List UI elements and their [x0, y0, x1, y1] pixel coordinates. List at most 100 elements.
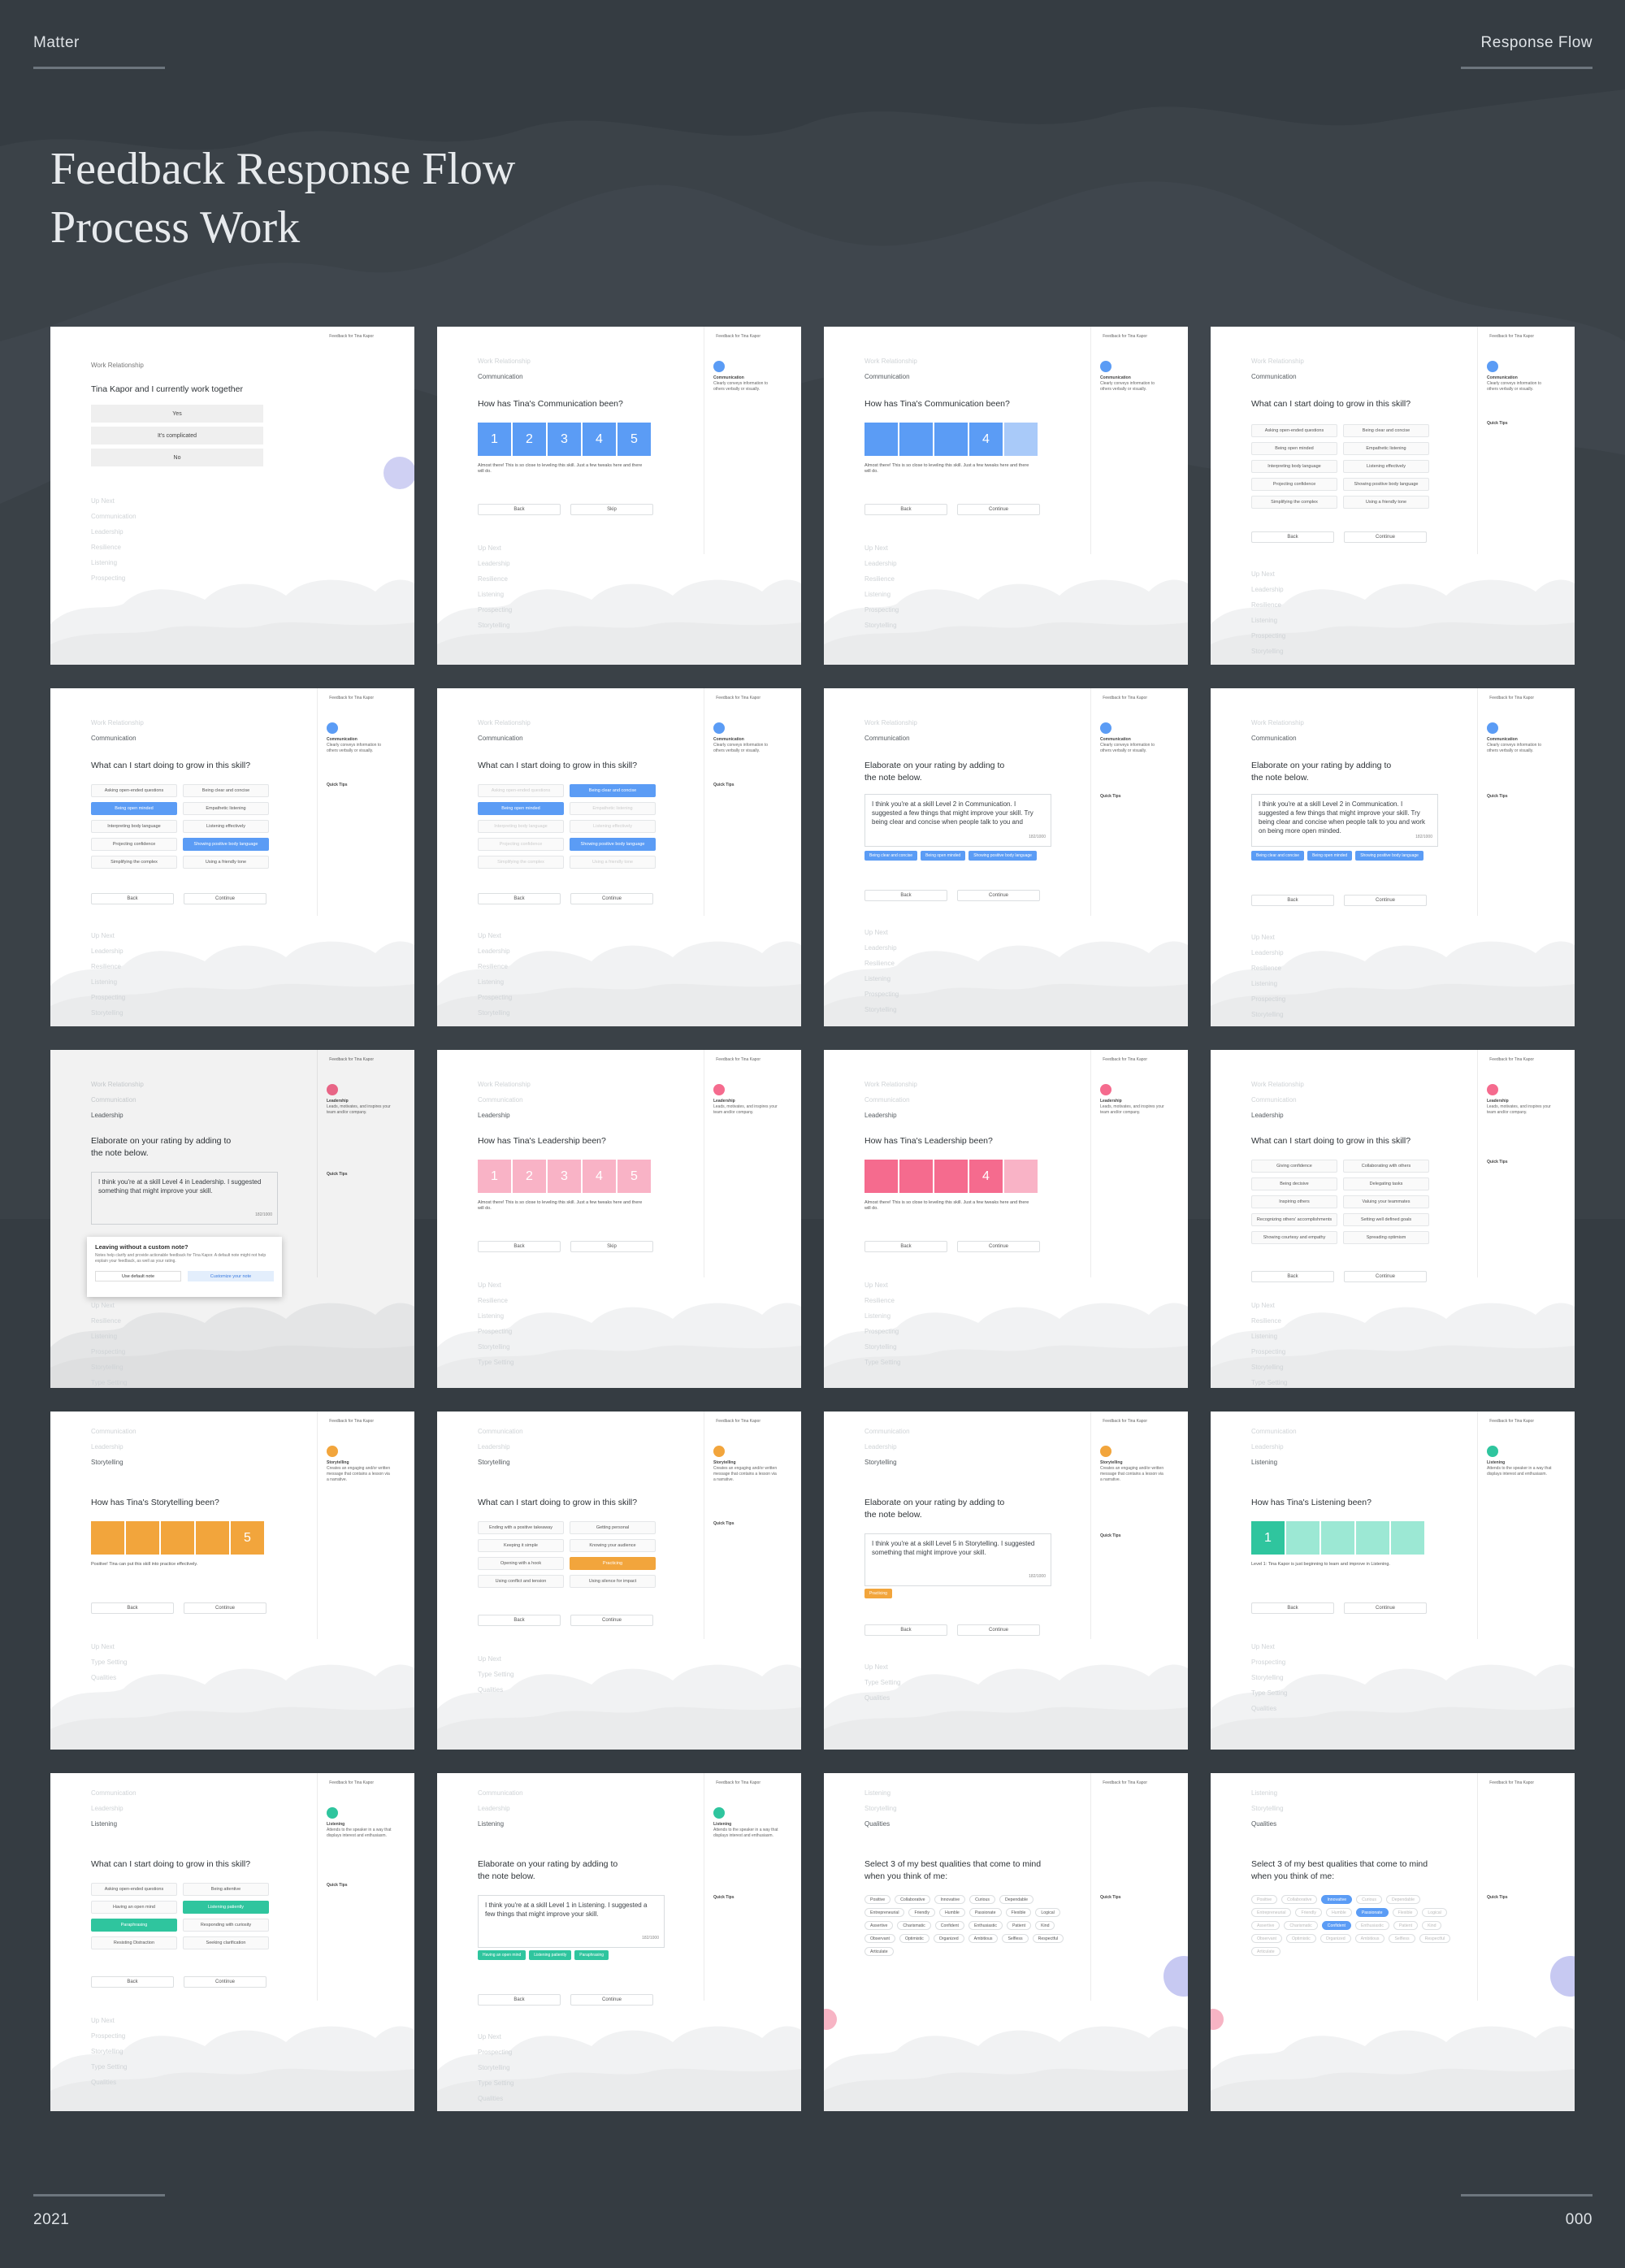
use-default-note-button[interactable]: Use default note — [95, 1271, 181, 1281]
quality-chip[interactable]: Entrepreneurial — [1251, 1908, 1292, 1917]
suggestion-chip[interactable]: Listening effectively — [570, 820, 656, 833]
continue-button[interactable]: Continue — [957, 1624, 1040, 1636]
suggestion-chip[interactable]: Empathetic listening — [1343, 442, 1429, 455]
continue-button[interactable]: Continue — [184, 1976, 266, 1988]
suggestion-chip[interactable]: Projecting confidence — [478, 838, 564, 851]
quality-chip[interactable]: Observant — [864, 1934, 895, 1943]
back-button[interactable]: Back — [478, 504, 561, 515]
back-button[interactable]: Back — [91, 893, 174, 904]
suggestion-chip[interactable]: Using a friendly tone — [183, 856, 269, 869]
quality-chip[interactable]: Ambitious — [1354, 1934, 1385, 1943]
rating-option[interactable] — [899, 1160, 933, 1193]
suggestion-chip[interactable]: Simplifying the complex — [91, 856, 177, 869]
quality-chip[interactable]: Dependable — [999, 1895, 1034, 1904]
quality-chip[interactable]: Passionate — [968, 1908, 1002, 1917]
suggestion-chip[interactable]: Giving confidence — [1251, 1160, 1337, 1173]
quality-chip[interactable]: Respectful — [1419, 1934, 1451, 1943]
quality-chip[interactable]: Enthusiastic — [1354, 1921, 1389, 1930]
continue-button[interactable]: Continue — [957, 1241, 1040, 1252]
work-options[interactable]: Yes It's complicated No — [91, 405, 263, 466]
quality-chip[interactable]: Logical — [1035, 1908, 1060, 1917]
suggestion-chip[interactable]: Inspiring others — [1251, 1195, 1337, 1208]
quality-chip[interactable]: Charismatic — [897, 1921, 931, 1930]
suggestion-chip[interactable]: Showing courtesy and empathy — [1251, 1231, 1337, 1244]
quality-chip[interactable]: Collaborative — [895, 1895, 931, 1904]
rating-option[interactable]: 5 — [618, 1160, 651, 1193]
suggestion-chip[interactable]: Being attentive — [183, 1883, 269, 1896]
quality-chip[interactable]: Patient — [1393, 1921, 1419, 1930]
suggestion-chips[interactable]: Asking open-ended questions Being attenti… — [91, 1883, 269, 1949]
rating-scale[interactable]: 12345 — [478, 1160, 651, 1193]
suggestion-chip[interactable]: Listening effectively — [183, 820, 269, 833]
rating-option[interactable] — [934, 423, 968, 456]
quality-chip[interactable]: Charismatic — [1284, 1921, 1318, 1930]
rating-option[interactable] — [91, 1521, 124, 1555]
suggestion-chip[interactable]: Delegating tasks — [1343, 1177, 1429, 1190]
quality-chip[interactable]: Optimistic — [1285, 1934, 1316, 1943]
selected-tag[interactable]: Being clear and concise — [864, 851, 918, 861]
selected-tag[interactable]: Showing positive body language — [968, 851, 1037, 861]
back-button[interactable]: Back — [1251, 1271, 1334, 1282]
suggestion-chip[interactable]: Recognizing others' accomplishments — [1251, 1213, 1337, 1226]
suggestion-chip[interactable]: Asking open-ended questions — [91, 1883, 177, 1896]
suggestion-chip[interactable]: Asking open-ended questions — [1251, 424, 1337, 437]
rating-option[interactable]: 5 — [231, 1521, 264, 1555]
rating-option[interactable] — [1356, 1521, 1389, 1555]
quality-chip[interactable]: Confident — [934, 1921, 964, 1930]
quality-chip[interactable]: Dependable — [1386, 1895, 1420, 1904]
continue-button[interactable]: Continue — [1344, 531, 1427, 543]
quality-chip[interactable]: Selfless — [1002, 1934, 1029, 1943]
rating-option[interactable] — [1286, 1521, 1320, 1555]
quality-chip[interactable]: Passionate — [1355, 1908, 1389, 1917]
suggestion-chip[interactable]: Practicing — [570, 1557, 656, 1570]
rating-option[interactable]: 4 — [969, 423, 1003, 456]
suggestion-chips[interactable]: Ending with a positive takeaway Getting p… — [478, 1521, 656, 1588]
back-button[interactable]: Back — [478, 1994, 561, 2006]
selected-tag[interactable]: Showing positive body language — [1355, 851, 1424, 861]
quality-chip[interactable]: Positive — [1251, 1895, 1278, 1904]
suggestion-chip[interactable]: Projecting confidence — [1251, 478, 1337, 491]
rating-option[interactable]: 3 — [548, 423, 581, 456]
selected-tag[interactable]: Having an open mind — [478, 1950, 526, 1960]
suggestion-chip[interactable]: Getting personal — [570, 1521, 656, 1534]
work-option-button[interactable]: It's complicated — [91, 427, 263, 444]
back-button[interactable]: Back — [1251, 1602, 1334, 1614]
suggestion-chip[interactable]: Being open minded — [91, 802, 177, 815]
continue-button[interactable]: Continue — [570, 1994, 653, 2006]
suggestion-chip[interactable]: Valuing your teammates — [1343, 1195, 1429, 1208]
suggestion-chip[interactable]: Showing positive body language — [1343, 478, 1429, 491]
suggestion-chip[interactable]: Being clear and concise — [183, 784, 269, 797]
quality-chip[interactable]: Assertive — [1251, 1921, 1280, 1930]
quality-chip[interactable]: Assertive — [864, 1921, 894, 1930]
rating-scale[interactable]: 1 — [1251, 1521, 1424, 1555]
rating-scale[interactable]: 4 — [864, 423, 1038, 456]
suggestion-chip[interactable]: Showing positive body language — [570, 838, 656, 851]
back-button[interactable]: Back — [864, 890, 947, 901]
suggestion-chip[interactable]: Being clear and concise — [570, 784, 656, 797]
quality-chip[interactable]: Logical — [1422, 1908, 1447, 1917]
quality-chip[interactable]: Optimistic — [899, 1934, 930, 1943]
back-button[interactable]: Back — [91, 1602, 174, 1614]
suggestion-chip[interactable]: Setting well defined goals — [1343, 1213, 1429, 1226]
rating-option[interactable] — [934, 1160, 968, 1193]
rating-option[interactable] — [899, 423, 933, 456]
suggestion-chip[interactable]: Using a friendly tone — [570, 856, 656, 869]
continue-button[interactable]: Continue — [1344, 1602, 1427, 1614]
suggestion-chip[interactable]: Interpreting body language — [478, 820, 564, 833]
suggestion-chip[interactable]: Interpreting body language — [91, 820, 177, 833]
rating-option[interactable]: 5 — [618, 423, 651, 456]
quality-chip[interactable]: Respectful — [1032, 1934, 1064, 1943]
rating-option[interactable] — [126, 1521, 159, 1555]
quality-chip[interactable]: Collaborative — [1281, 1895, 1318, 1904]
quality-chip[interactable]: Articulate — [864, 1947, 894, 1956]
rating-option[interactable] — [196, 1521, 229, 1555]
rating-scale[interactable]: 4 — [864, 1160, 1038, 1193]
quality-chip[interactable]: Flexible — [1392, 1908, 1419, 1917]
suggestion-chip[interactable]: Paraphrasing — [91, 1919, 177, 1932]
rating-option[interactable]: 1 — [478, 1160, 511, 1193]
suggestion-chip[interactable]: Collaborating with others — [1343, 1160, 1429, 1173]
continue-button[interactable]: Continue — [957, 504, 1040, 515]
suggestion-chip[interactable]: Showing positive body language — [183, 838, 269, 851]
suggestion-chip[interactable]: Listening patiently — [183, 1901, 269, 1914]
rating-option[interactable]: 4 — [969, 1160, 1003, 1193]
